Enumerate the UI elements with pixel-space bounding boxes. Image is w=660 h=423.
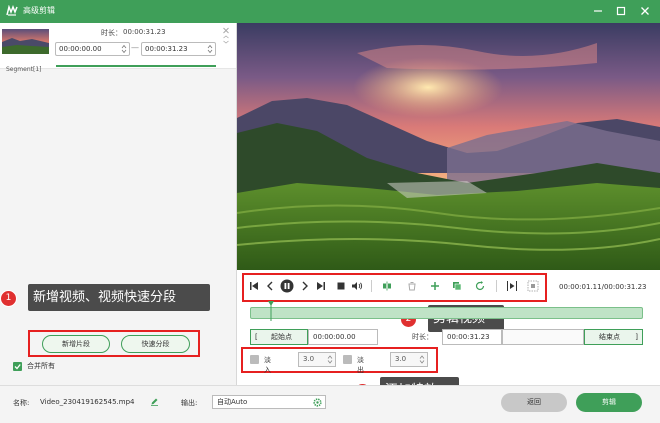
set-start-button[interactable]: [ 起始点 xyxy=(250,329,308,345)
output-label: 输出: xyxy=(181,399,198,407)
total-time: 00:00:31.23 xyxy=(603,283,647,291)
playhead-handle[interactable] xyxy=(268,301,274,321)
delete-icon[interactable] xyxy=(407,281,417,291)
fade-out-checkbox[interactable] xyxy=(343,355,352,364)
control-separator xyxy=(371,280,372,292)
output-value: 自动Auto xyxy=(217,398,248,406)
start-bracket: [ xyxy=(255,333,258,341)
pause-icon[interactable] xyxy=(280,279,294,293)
fade-in-checkbox[interactable] xyxy=(250,355,259,364)
copy-icon[interactable] xyxy=(452,281,462,291)
segment-duration-value: 00:00:31.23 xyxy=(123,28,166,36)
edit-name-icon[interactable] xyxy=(150,397,159,406)
set-end-button[interactable]: 结束点 ] xyxy=(584,329,643,345)
stop-icon[interactable] xyxy=(336,281,346,291)
segment-duration-label: 时长： xyxy=(101,29,122,37)
quick-split-button[interactable]: 快速分段 xyxy=(121,335,190,353)
segment-label: Segment[1] xyxy=(6,66,42,73)
merge-all-label: 合并所有 xyxy=(27,362,55,370)
range-duration-field: 00:00:31.23 xyxy=(442,329,502,345)
maximize-icon[interactable] xyxy=(614,4,628,18)
fade-in-label: 淡入 xyxy=(264,356,271,374)
split-icon[interactable] xyxy=(382,281,392,291)
range-duration-value: 00:00:31.23 xyxy=(447,333,490,341)
filename-value: Video_230419162545.mp4 xyxy=(40,398,135,406)
next-frame-icon[interactable] xyxy=(300,281,310,291)
segment-thumbnail xyxy=(2,29,49,54)
reset-icon[interactable] xyxy=(475,281,485,291)
playback-time: 00:00:01.11/00:00:31.23 xyxy=(559,283,647,291)
time-range-dash: — xyxy=(131,43,139,52)
fade-in-value: 3.0 xyxy=(303,355,315,363)
segment-remove-icon[interactable] xyxy=(222,26,230,48)
minimize-icon[interactable] xyxy=(591,4,605,18)
segment-end-time-value: 00:00:31.23 xyxy=(145,45,188,53)
new-segment-button[interactable]: 新增片段 xyxy=(42,335,110,353)
merge-all-checkbox[interactable] xyxy=(13,362,22,371)
app-logo-icon xyxy=(6,5,18,16)
segment-start-time-value: 00:00:00.00 xyxy=(59,45,102,53)
filename-label: 名称: xyxy=(13,399,30,407)
title-bar: 高级剪辑 xyxy=(0,0,660,23)
range-start-field[interactable]: 00:00:00.00 xyxy=(308,329,378,345)
segment-range-bar xyxy=(56,65,216,67)
end-bracket: ] xyxy=(635,333,638,341)
set-start-label: 起始点 xyxy=(271,333,292,341)
callout-1-number: 1 xyxy=(0,290,17,307)
spinner-icon[interactable] xyxy=(121,44,127,54)
output-select[interactable]: 自动Auto xyxy=(212,395,326,409)
fade-out-value: 3.0 xyxy=(395,355,407,363)
gear-icon[interactable] xyxy=(313,398,322,407)
spinner-icon[interactable] xyxy=(207,44,213,54)
play-segment-icon[interactable] xyxy=(506,280,518,292)
range-spacer xyxy=(502,329,584,345)
bottom-bar: 名称: Video_230419162545.mp4 输出: 自动Auto 返回… xyxy=(0,385,660,423)
fade-in-field[interactable]: 3.0 xyxy=(298,352,336,367)
timeline-track[interactable] xyxy=(250,307,643,319)
volume-icon[interactable] xyxy=(351,281,363,291)
range-row: [ 起始点 00:00:00.00 时长： 00:00:31.23 结束点 ] xyxy=(250,329,643,345)
control-separator xyxy=(496,280,497,292)
spinner-icon[interactable] xyxy=(327,354,333,365)
range-start-value: 00:00:00.00 xyxy=(313,333,356,341)
add-icon[interactable] xyxy=(430,281,440,291)
close-icon[interactable] xyxy=(638,4,652,18)
window-title: 高级剪辑 xyxy=(23,6,55,15)
preview-segment-icon[interactable] xyxy=(527,280,539,292)
set-end-label: 结束点 xyxy=(599,333,620,341)
segment-start-time-field[interactable]: 00:00:00.00 xyxy=(55,42,130,56)
current-time: 00:00:01.11 xyxy=(559,283,602,291)
jump-to-end-icon[interactable] xyxy=(316,281,326,291)
video-preview[interactable] xyxy=(237,23,660,270)
fade-out-label: 淡出 xyxy=(357,356,364,374)
edit-button[interactable]: 剪辑 xyxy=(576,393,642,412)
jump-to-start-icon[interactable] xyxy=(249,281,259,291)
previous-frame-icon[interactable] xyxy=(265,281,275,291)
segment-card[interactable]: 时长： 00:00:31.23 00:00:00.00 — 00:00:31.2… xyxy=(0,23,236,69)
back-button[interactable]: 返回 xyxy=(501,393,567,412)
callout-1: 新增视频、视频快速分段 xyxy=(28,284,210,311)
spinner-icon[interactable] xyxy=(419,354,425,365)
fade-out-field[interactable]: 3.0 xyxy=(390,352,428,367)
segment-end-time-field[interactable]: 00:00:31.23 xyxy=(141,42,216,56)
range-duration-label: 时长： xyxy=(412,333,433,341)
